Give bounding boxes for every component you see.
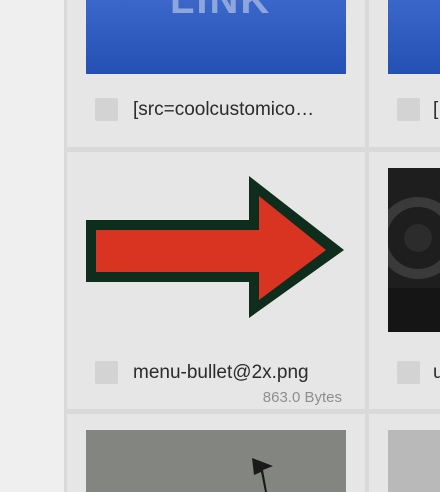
select-checkbox[interactable] [397, 98, 420, 121]
red-arrow-icon [86, 176, 344, 318]
file-thumbnail[interactable]: LINK [86, 0, 346, 74]
select-checkbox[interactable] [95, 98, 118, 121]
file-tile[interactable]: u [369, 152, 440, 409]
file-thumbnail[interactable] [388, 0, 440, 74]
select-checkbox[interactable] [95, 361, 118, 384]
file-thumbnail[interactable] [86, 430, 346, 492]
file-name: menu-bullet@2x.png [133, 362, 309, 383]
file-thumbnail[interactable] [388, 168, 440, 332]
file-name: u [433, 362, 440, 383]
file-tile[interactable]: LINK [src=coolcustomico… [67, 0, 365, 147]
file-tile[interactable]: menu-bullet@2x.png 863.0 Bytes [67, 152, 365, 409]
file-thumbnail[interactable] [388, 430, 440, 492]
file-tile[interactable] [67, 414, 365, 492]
file-tile[interactable] [369, 414, 440, 492]
file-name: [src=coolcustomico… [133, 99, 315, 120]
file-tile[interactable]: [ [369, 0, 440, 147]
select-checkbox[interactable] [397, 361, 420, 384]
file-thumbnail[interactable] [86, 168, 346, 324]
left-margin [0, 0, 64, 492]
file-size: 863.0 Bytes [262, 389, 342, 406]
cursor-icon [252, 458, 273, 492]
thumbnail-link-text: LINK [170, 0, 272, 22]
file-name: [ [433, 99, 439, 120]
dark-pattern-image [388, 197, 440, 332]
